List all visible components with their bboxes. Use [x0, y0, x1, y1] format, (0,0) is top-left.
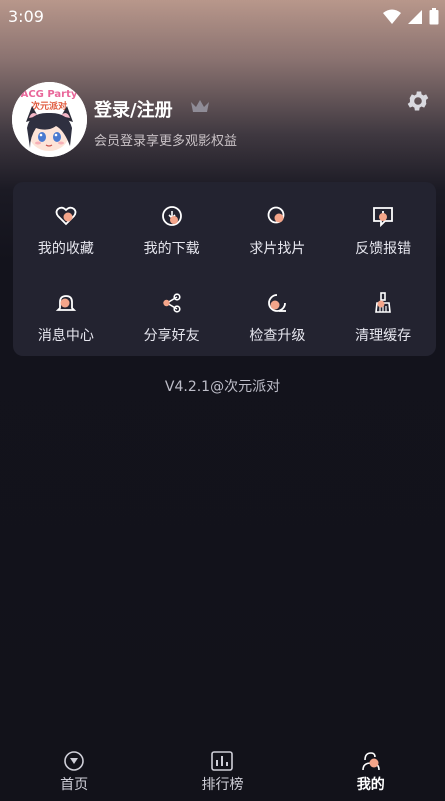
download-icon [161, 206, 182, 226]
menu-my-favorites[interactable]: 我的收藏 [13, 182, 119, 269]
heart-icon [55, 206, 77, 226]
bell-icon [55, 295, 77, 311]
status-icons [383, 8, 439, 25]
search-film-icon [267, 206, 285, 224]
svg-text:ACG Party: ACG Party [21, 89, 78, 100]
bottom-nav: 首页 排行榜 我的 [0, 739, 445, 801]
gear-icon[interactable] [405, 88, 431, 114]
member-subtitle: 会员登录享更多观影权益 [94, 134, 238, 149]
broom-icon [375, 292, 392, 313]
profile-header: ACG Party 次元派对 登录/注册 会员登录享更多观影权益 [12, 82, 433, 162]
function-grid: 我的收藏 我的下载 求片找片 反馈报错 消息中心 分享好友 检查升级 清理缓存 [13, 182, 436, 356]
menu-label: 分享好友 [143, 328, 200, 344]
nav-ranking[interactable]: 排行榜 [148, 739, 296, 801]
menu-share-friends[interactable]: 分享好友 [119, 269, 225, 356]
upgrade-icon [268, 294, 287, 312]
svg-text:次元派对: 次元派对 [31, 100, 67, 112]
signal-icon [408, 9, 422, 24]
home-icon [64, 751, 84, 771]
nav-label: 首页 [60, 777, 89, 793]
avatar-image: ACG Party 次元派对 [12, 82, 87, 157]
menu-label: 我的下载 [143, 241, 200, 257]
login-register-link[interactable]: 登录/注册 [94, 96, 173, 122]
nav-label: 排行榜 [201, 777, 244, 793]
menu-label: 消息中心 [37, 328, 94, 344]
menu-label: 清理缓存 [355, 328, 412, 344]
menu-label: 求片找片 [249, 241, 306, 257]
profile-icon [362, 752, 380, 771]
menu-feedback[interactable]: 反馈报错 [330, 182, 436, 269]
menu-clear-cache[interactable]: 清理缓存 [330, 269, 436, 356]
menu-label: 反馈报错 [355, 241, 412, 257]
avatar[interactable]: ACG Party 次元派对 [12, 82, 87, 157]
nav-mine[interactable]: 我的 [297, 739, 445, 801]
menu-check-update[interactable]: 检查升级 [225, 269, 331, 356]
wifi-icon [383, 9, 401, 24]
ranking-icon [211, 751, 234, 771]
menu-label: 我的收藏 [37, 241, 94, 257]
nav-label: 我的 [356, 777, 385, 793]
status-bar: 3:09 [0, 0, 445, 34]
crown-icon [191, 100, 209, 112]
menu-request-film[interactable]: 求片找片 [225, 182, 331, 269]
share-icon [162, 293, 181, 313]
status-time: 3:09 [8, 7, 44, 26]
menu-my-downloads[interactable]: 我的下载 [119, 182, 225, 269]
version-text: V4.2.1@次元派对 [164, 379, 281, 395]
feedback-icon [373, 207, 394, 228]
menu-message-center[interactable]: 消息中心 [13, 269, 119, 356]
nav-home[interactable]: 首页 [0, 739, 148, 801]
menu-label: 检查升级 [249, 328, 306, 344]
battery-icon [429, 8, 439, 25]
